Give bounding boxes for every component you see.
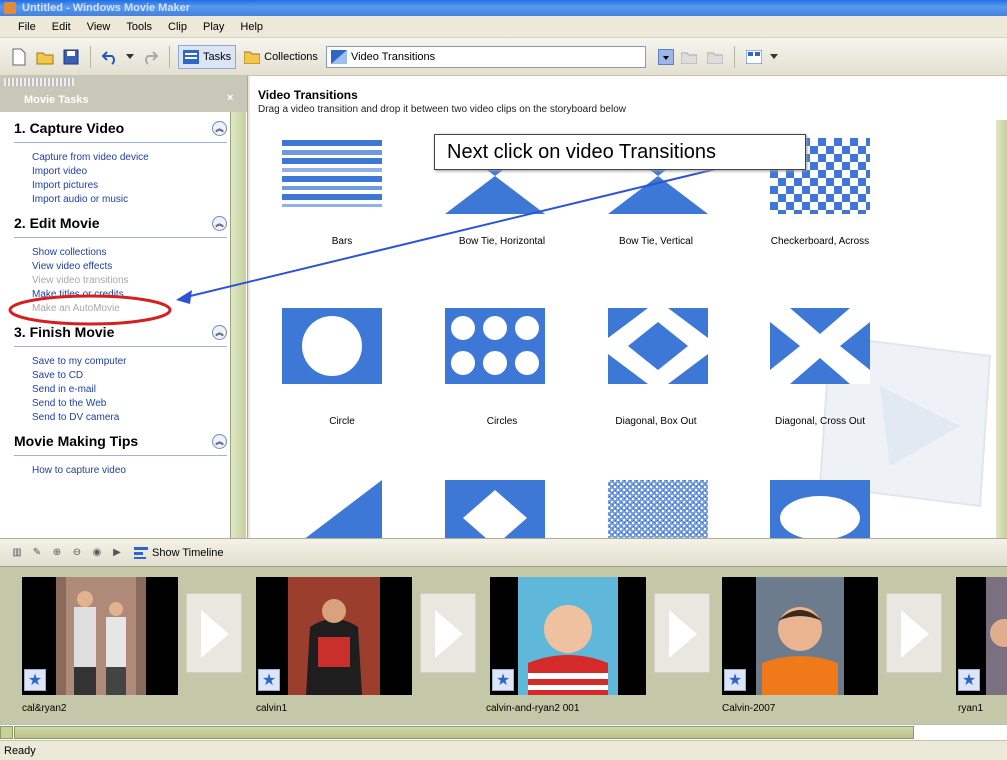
storyboard-clip[interactable]: ★ bbox=[490, 577, 646, 695]
star-icon: ★ bbox=[958, 669, 980, 691]
status-text: Ready bbox=[4, 745, 36, 757]
show-timeline-label: Show Timeline bbox=[152, 546, 224, 559]
annotation-ellipse bbox=[8, 294, 172, 326]
transition-slot[interactable] bbox=[886, 593, 942, 673]
play-icon[interactable]: ▶ bbox=[110, 546, 124, 560]
star-icon: ★ bbox=[492, 669, 514, 691]
scroll-left-button[interactable] bbox=[0, 726, 13, 739]
transition-slot[interactable] bbox=[420, 593, 476, 673]
clip-thumbnail bbox=[986, 577, 1007, 695]
rewind-icon[interactable]: ◉ bbox=[90, 546, 104, 560]
clip-label: Calvin-2007 bbox=[722, 703, 776, 714]
status-bar: Ready bbox=[0, 740, 1007, 760]
clip-thumbnail bbox=[756, 577, 844, 695]
annotation-callout: Next click on video Transitions bbox=[434, 134, 806, 170]
set-audio-levels-icon[interactable]: ▥ bbox=[10, 546, 24, 560]
clip-thumbnail bbox=[518, 577, 618, 695]
storyboard-clip[interactable]: ★ bbox=[256, 577, 412, 695]
narrate-icon[interactable]: ✎ bbox=[30, 546, 44, 560]
storyboard-clip[interactable]: ★ bbox=[22, 577, 178, 695]
clip-label: calvin-and-ryan2 001 bbox=[486, 703, 580, 714]
transition-slot[interactable] bbox=[186, 593, 242, 673]
clip-thumbnail bbox=[56, 577, 146, 695]
storyboard-toolbar: ▥ ✎ ⊕ ⊖ ◉ ▶ Show Timeline bbox=[0, 538, 1007, 566]
zoom-out-icon[interactable]: ⊖ bbox=[70, 546, 84, 560]
show-timeline-button[interactable]: Show Timeline bbox=[130, 541, 228, 565]
annotation-arrow bbox=[181, 167, 721, 299]
clip-label: cal&ryan2 bbox=[22, 703, 67, 714]
clip-thumbnail bbox=[288, 577, 380, 695]
timeline-icon bbox=[134, 546, 148, 559]
annotation-arrowhead bbox=[176, 290, 192, 304]
storyboard-scrollbar[interactable] bbox=[0, 724, 1007, 740]
transition-slot[interactable] bbox=[654, 593, 710, 673]
zoom-in-icon[interactable]: ⊕ bbox=[50, 546, 64, 560]
star-icon: ★ bbox=[258, 669, 280, 691]
star-icon: ★ bbox=[24, 669, 46, 691]
storyboard-clip[interactable]: ★ bbox=[956, 577, 1007, 695]
storyboard-clip[interactable]: ★ bbox=[722, 577, 878, 695]
star-icon: ★ bbox=[724, 669, 746, 691]
clip-label: calvin1 bbox=[256, 703, 288, 714]
scroll-thumb[interactable] bbox=[14, 726, 914, 739]
movie-maker-window: Untitled - Windows Movie Maker File Edit… bbox=[0, 0, 1007, 760]
storyboard: ★ cal&ryan2 ★ calvin1 ★ calvin-and-ryan2… bbox=[0, 566, 1007, 724]
clip-label: ryan1 bbox=[958, 703, 984, 714]
